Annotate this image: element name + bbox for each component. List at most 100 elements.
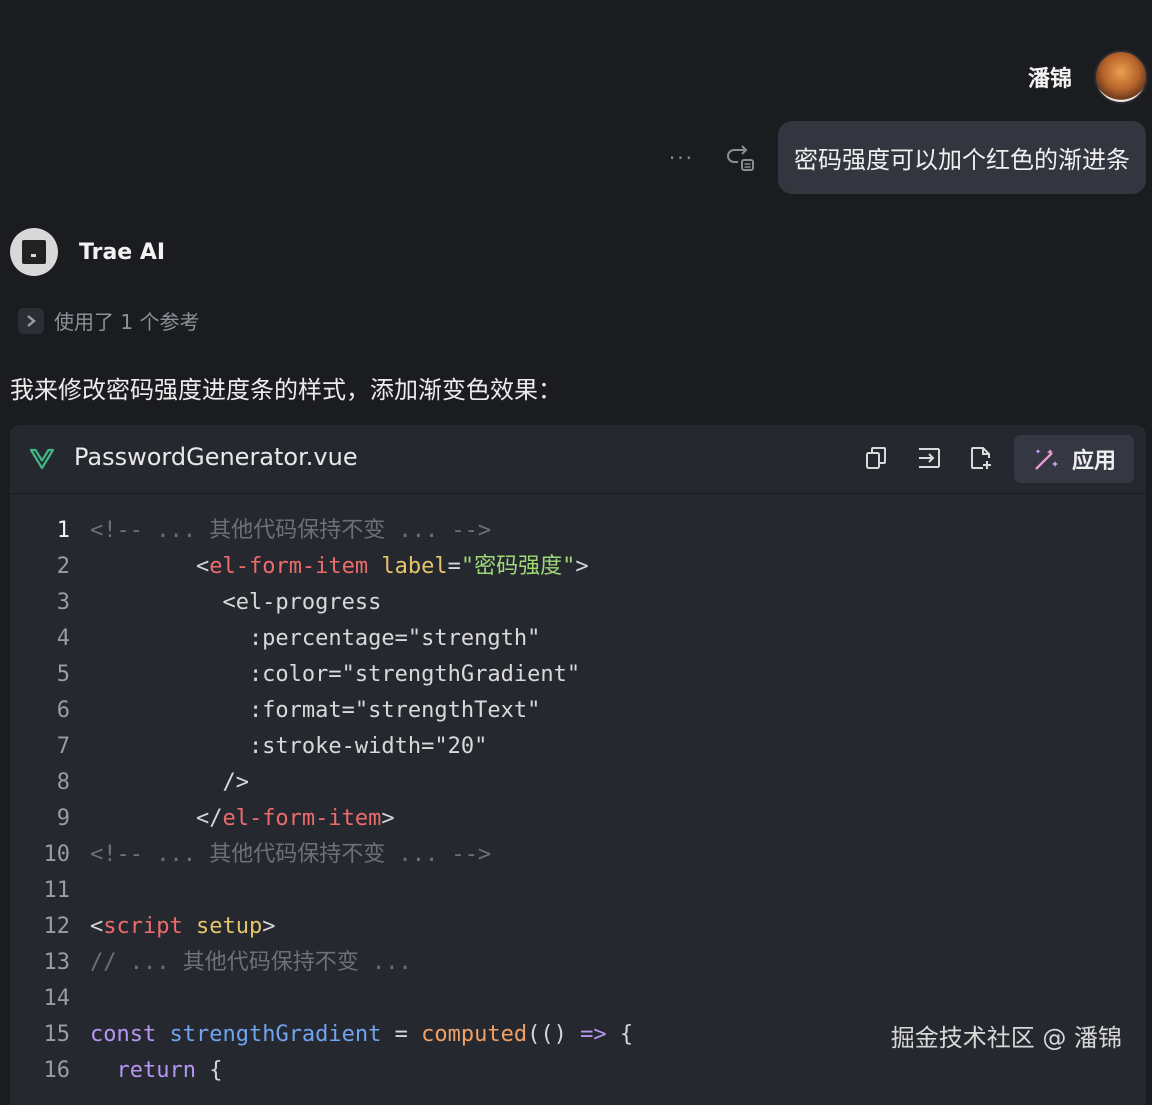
code-text: <el-progress [90, 585, 381, 621]
line-number: 13 [43, 950, 71, 975]
code-token: computed [421, 1022, 528, 1047]
user-message-bubble: 密码强度可以加个红色的渐进条 [778, 121, 1146, 194]
code-line: 14 [10, 981, 1146, 1017]
code-token: :format="strengthText" [90, 698, 541, 723]
code-token: /> [90, 770, 249, 795]
code-token: > [575, 554, 589, 579]
code-text: :percentage="strength" [90, 621, 540, 657]
apply-button[interactable]: 应用 [1014, 435, 1134, 483]
vue-logo-icon [30, 448, 54, 470]
code-text: </el-form-item> [90, 801, 395, 837]
code-text: <script setup> [90, 909, 275, 945]
code-text: <el-form-item label="密码强度"> [90, 549, 589, 585]
code-line: 3 <el-progress [10, 585, 1146, 621]
code-text: <!-- ... 其他代码保持不变 ... --> [90, 513, 491, 549]
code-filename: PasswordGenerator.vue [74, 443, 358, 471]
code-text: <!-- ... 其他代码保持不变 ... --> [90, 837, 491, 873]
line-number: 4 [56, 626, 70, 651]
user-avatar[interactable] [1094, 50, 1148, 104]
resend-icon[interactable] [724, 142, 756, 174]
code-text: :format="strengthText" [90, 693, 540, 729]
line-number: 8 [56, 770, 70, 795]
code-text: /> [90, 765, 249, 801]
code-token: => [580, 1022, 607, 1047]
code-block-header: PasswordGenerator.vue 应用 [10, 425, 1146, 494]
code-token: <!-- ... 其他代码保持不变 ... --> [90, 518, 492, 543]
code-text: // ... 其他代码保持不变 ... [90, 945, 412, 981]
more-icon[interactable]: ··· [669, 146, 694, 170]
assistant-name: Trae AI [79, 239, 166, 265]
assistant-intro-text: 我来修改密码强度进度条的样式，添加渐变色效果： [10, 376, 562, 404]
assistant-header: Trae AI [10, 228, 165, 276]
code-token: // ... 其他代码保持不变 ... [90, 950, 412, 975]
code-token: > [262, 914, 276, 939]
code-text: :color="strengthGradient" [90, 657, 580, 693]
code-token: return [90, 1058, 196, 1083]
assistant-avatar [10, 228, 58, 276]
code-token: el-form-item [222, 806, 382, 831]
line-number: 6 [56, 698, 70, 723]
copy-icon[interactable] [864, 445, 890, 471]
line-number: 9 [56, 806, 70, 831]
code-token: { [606, 1022, 634, 1047]
user-header: 潘锦 [1028, 50, 1148, 104]
code-line: 7 :stroke-width="20" [10, 729, 1146, 765]
references-label: 使用了 1 个参考 [54, 310, 200, 334]
line-number: 3 [56, 590, 70, 615]
new-file-icon[interactable] [968, 445, 994, 471]
references-toggle[interactable]: 使用了 1 个参考 [18, 306, 199, 335]
code-token: setup [195, 914, 263, 939]
code-token: label [381, 554, 448, 579]
line-number: 14 [43, 986, 71, 1011]
chevron-right-icon [18, 307, 44, 334]
line-number: 7 [56, 734, 70, 759]
line-number: 10 [43, 842, 71, 867]
user-name: 潘锦 [1027, 67, 1072, 92]
code-line: 12 <script setup> [10, 909, 1146, 945]
code-line: 10 <!-- ... 其他代码保持不变 ... --> [10, 837, 1146, 873]
code-token: { [195, 1058, 223, 1083]
line-number: 2 [56, 554, 70, 579]
code-line: 5 :color="strengthGradient" [10, 657, 1146, 693]
code-token: < [90, 554, 210, 579]
code-line: 9 </el-form-item> [10, 801, 1146, 837]
line-number: 11 [43, 878, 71, 903]
code-token: <el-progress [90, 590, 382, 615]
line-number: 15 [43, 1022, 71, 1047]
code-text: return { [90, 1053, 222, 1089]
code-token: script [103, 914, 183, 939]
code-token: = [381, 1022, 422, 1047]
user-message-row: ··· 密码强度可以加个红色的渐进条 [669, 121, 1146, 194]
line-number: 16 [43, 1058, 71, 1083]
code-text: const strengthGradient = computed(() => … [90, 1017, 633, 1053]
code-line: 2 <el-form-item label="密码强度"> [10, 549, 1146, 585]
line-number: 1 [56, 518, 70, 543]
code-token: :stroke-width="20" [90, 734, 488, 759]
insert-icon[interactable] [916, 445, 942, 471]
watermark: 掘金技术社区 @ 潘锦 [890, 1024, 1122, 1052]
code-line: 1 <!-- ... 其他代码保持不变 ... --> [10, 513, 1146, 549]
code-line: 4 :percentage="strength" [10, 621, 1146, 657]
code-token: (() [527, 1022, 581, 1047]
code-text: :stroke-width="20" [90, 729, 487, 765]
magic-wand-icon [1035, 449, 1058, 470]
trae-logo-icon [22, 240, 46, 264]
code-token: </ [90, 806, 223, 831]
code-token: = [447, 554, 461, 579]
line-number: 12 [43, 914, 71, 939]
code-line: 11 [10, 873, 1146, 909]
code-token: "密码强度" [460, 554, 576, 579]
code-line: 8 /> [10, 765, 1146, 801]
apply-button-label: 应用 [1071, 449, 1116, 474]
code-token: :percentage="strength" [90, 626, 541, 651]
code-token: <!-- ... 其他代码保持不变 ... --> [90, 842, 492, 867]
line-number: 5 [56, 662, 70, 687]
code-content[interactable]: 1 <!-- ... 其他代码保持不变 ... --> 2 <el-form-ite… [10, 513, 1146, 1089]
code-line: 16 return { [10, 1053, 1146, 1089]
code-token: < [90, 914, 104, 939]
code-token: :color="strengthGradient" [90, 662, 581, 687]
code-line: 13 // ... 其他代码保持不变 ... [10, 945, 1146, 981]
code-token: strengthGradient [169, 1022, 382, 1047]
